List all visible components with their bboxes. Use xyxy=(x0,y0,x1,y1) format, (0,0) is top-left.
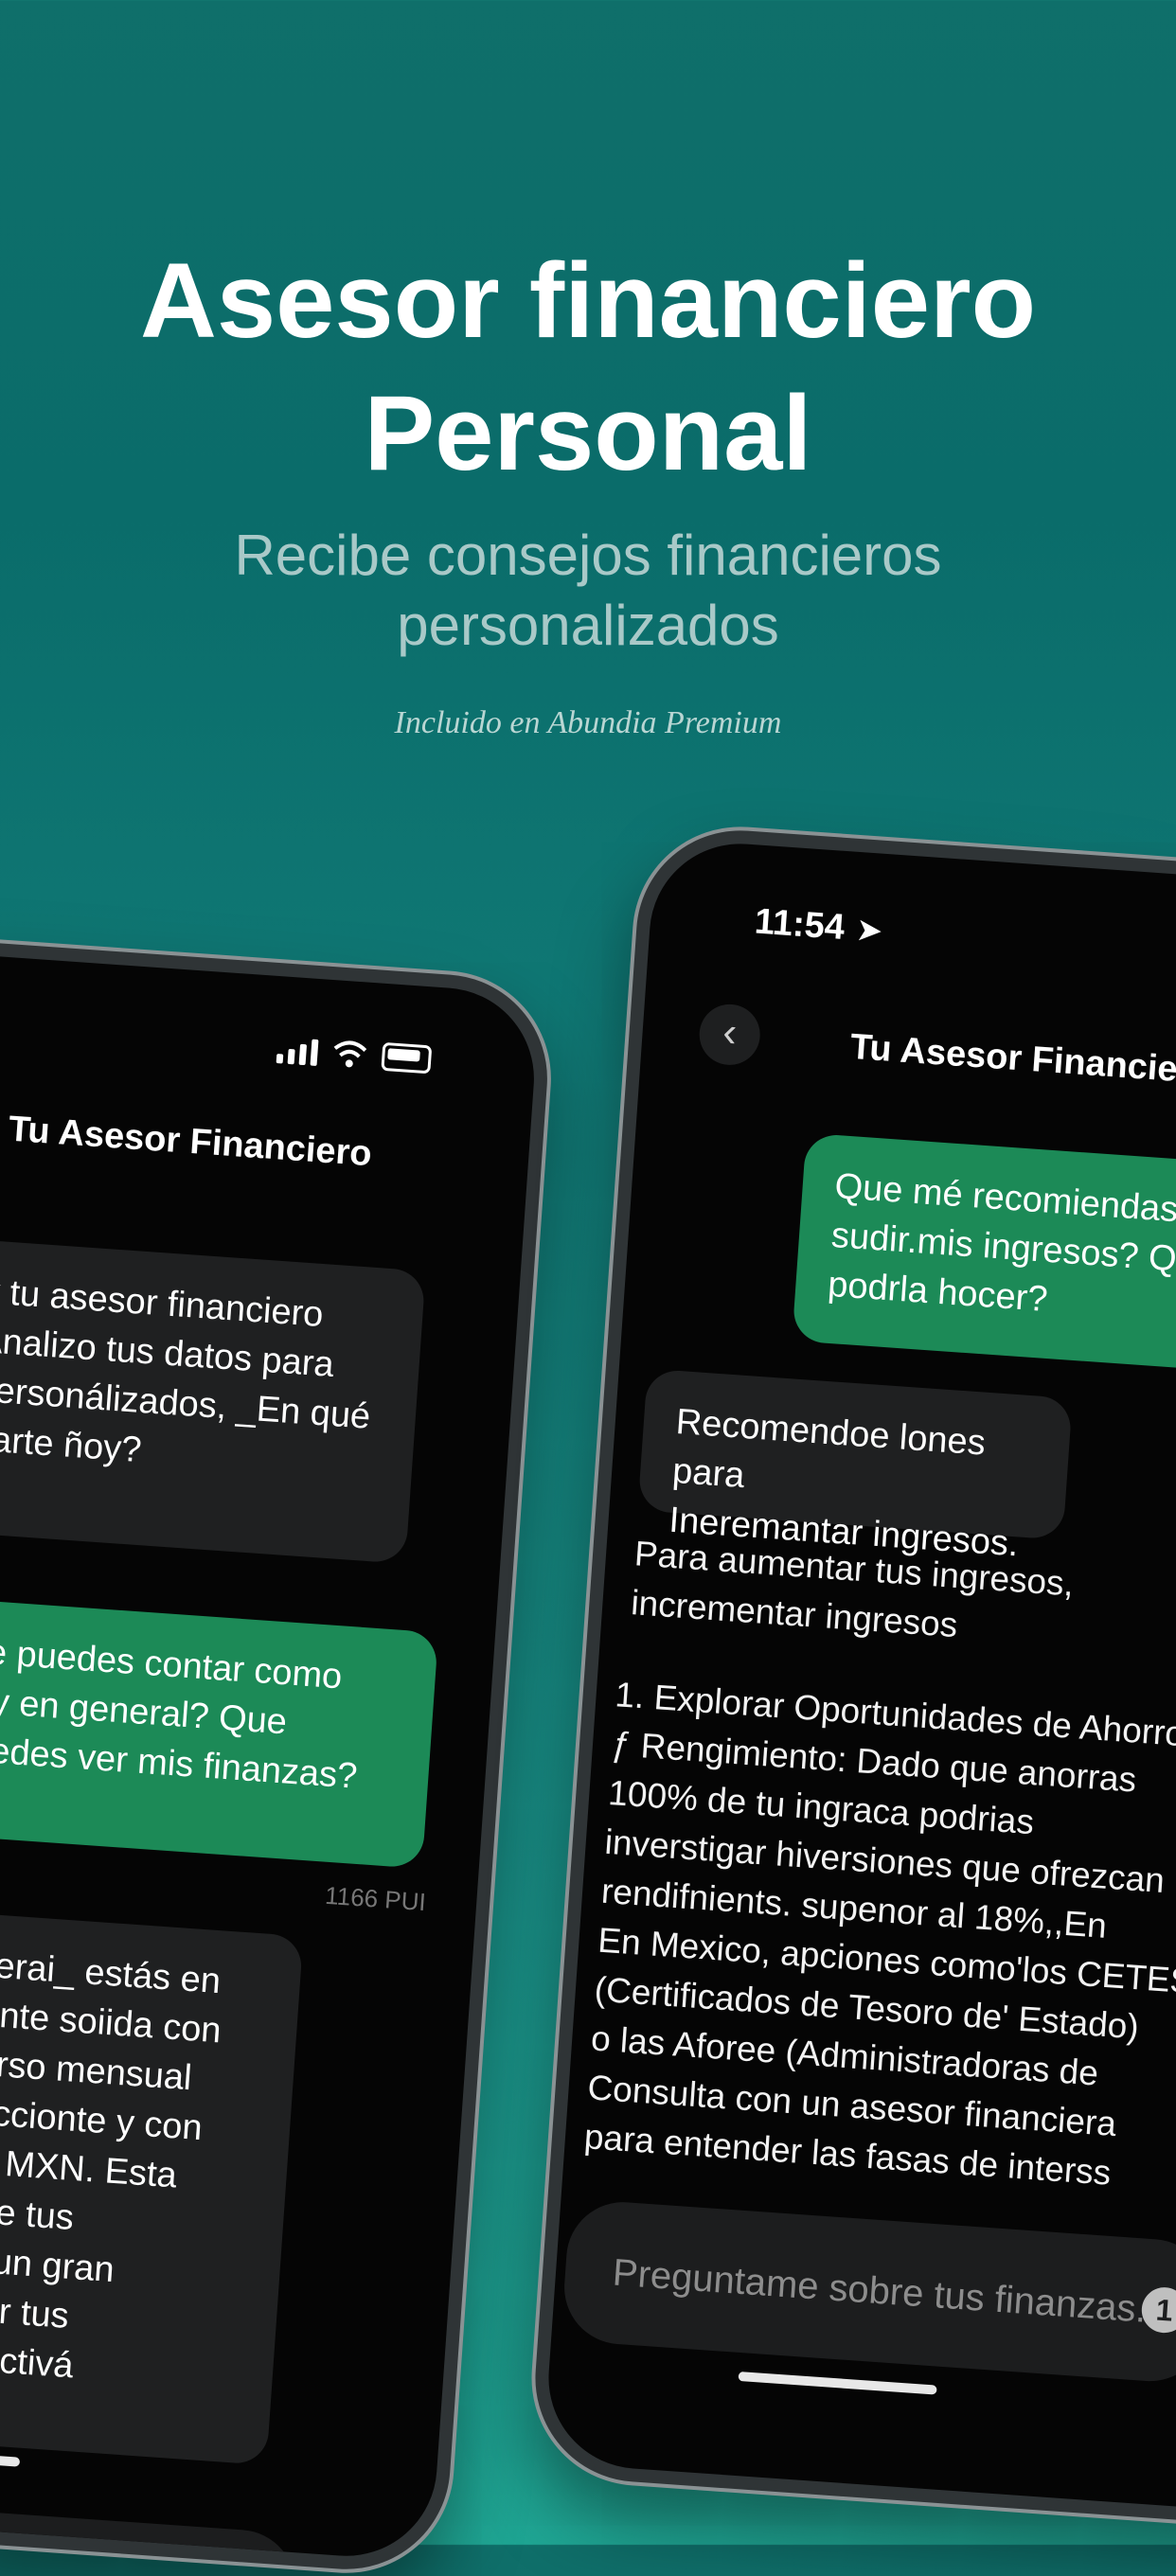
status-bar xyxy=(0,980,536,1108)
battery-icon xyxy=(381,1041,433,1075)
chat-input[interactable]: tus finanzas.. xyxy=(0,2500,300,2576)
status-bar: 11:54 ➤ xyxy=(649,895,1176,1022)
chat-input[interactable]: Preguntame sobre tus finanzas. . xyxy=(561,2198,1176,2386)
user-message: Me puedes contar como voy en general? Qu… xyxy=(0,1596,439,1869)
chat-header-title: Tu Asesor Financiero xyxy=(7,1109,373,1175)
premium-note: Incluido en Abundia Premium xyxy=(394,705,782,740)
bot-response-body: 1. Explorar Oportunidades de Ahorro ƒ Re… xyxy=(582,1675,1176,2193)
wifi-icon xyxy=(333,1040,367,1068)
location-arrow-icon: ➤ xyxy=(854,911,884,950)
hero-title-line1: Asesor financiero xyxy=(139,241,1037,360)
bot-response-title: Recomendoe lones para Ineremantar ingres… xyxy=(637,1368,1073,1564)
back-button[interactable]: ‹ xyxy=(697,1002,762,1068)
user-message: Que mé recomiendas para sudir.mis ingres… xyxy=(792,1132,1176,1378)
bot-message-reply: generai_ estás en astante soiida con ing… xyxy=(0,1908,304,2465)
chat-header-title: Tu Asesor Financiero xyxy=(848,1026,1176,1093)
bot-response-intro: Para aumentar tus ingresos, incrementar … xyxy=(630,1534,1076,1645)
message-timestamp: 1166 PUI xyxy=(324,1880,427,1917)
hero-title-line2: Personal xyxy=(364,374,812,492)
status-time: 11:54 ➤ xyxy=(754,901,884,950)
bot-message-intro: y tu asesor financiero Analizo tus datos… xyxy=(0,1237,426,1564)
status-icons xyxy=(276,1035,433,1075)
hero-title: Asesor financiero Personal xyxy=(0,235,1176,500)
status-time-text: 11:54 xyxy=(753,901,846,949)
home-indicator xyxy=(0,2445,21,2467)
phone-right: 11:54 ➤ ‹ Tu Asesor Financiero Que mé rec… xyxy=(528,824,1176,2549)
hero-subtitle: Recibe consejos financieros personalizad… xyxy=(234,524,942,657)
signal-icon xyxy=(276,1035,319,1067)
phone-left: Tu Asesor Financiero y tu asesor financi… xyxy=(0,909,555,2576)
home-indicator xyxy=(738,2371,937,2395)
